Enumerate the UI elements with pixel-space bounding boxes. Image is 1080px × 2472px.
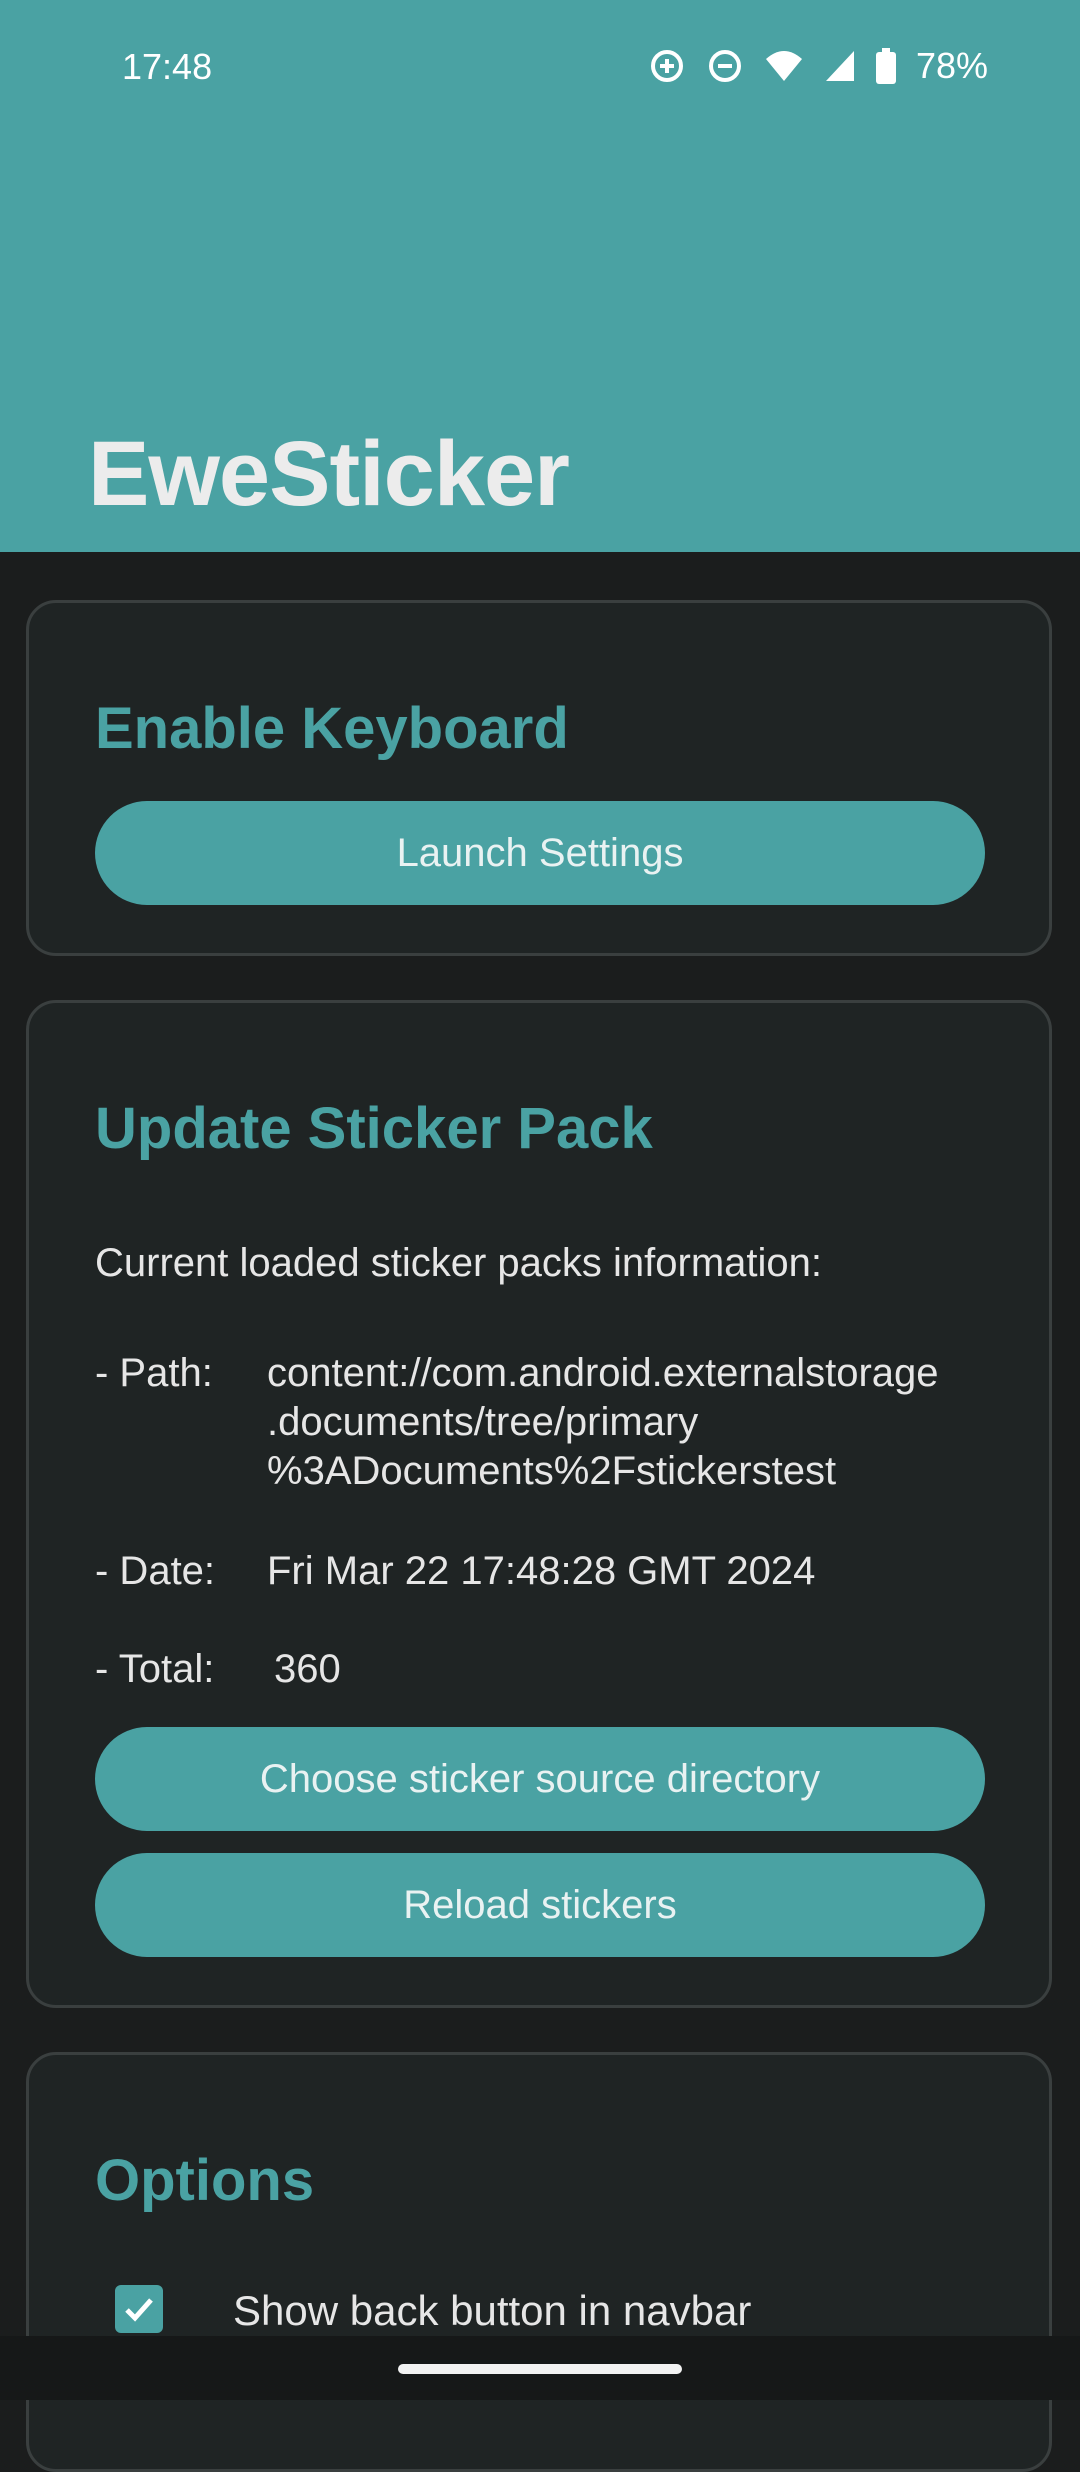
enable-keyboard-card: Enable Keyboard Launch Settings bbox=[26, 600, 1052, 956]
wifi-icon bbox=[764, 49, 804, 83]
total-label: - Total: bbox=[95, 1647, 215, 1691]
check-icon bbox=[125, 2298, 153, 2322]
choose-sticker-source-button[interactable]: Choose sticker source directory bbox=[95, 1727, 985, 1831]
path-label: - Path: bbox=[95, 1351, 213, 1395]
show-back-button-checkbox[interactable] bbox=[115, 2285, 163, 2333]
battery-level: 78% bbox=[915, 45, 988, 86]
path-value: content://com.android.externalstorage .d… bbox=[267, 1349, 939, 1496]
info-heading: Current loaded sticker packs information… bbox=[95, 1241, 822, 1285]
total-value: 360 bbox=[274, 1647, 341, 1691]
options-card: Options Show back button in navbar bbox=[26, 2052, 1052, 2472]
path-line: content://com.android.externalstorage bbox=[267, 1351, 939, 1395]
update-sticker-pack-card: Update Sticker Pack Current loaded stick… bbox=[26, 1000, 1052, 2008]
options-title: Options bbox=[95, 2148, 315, 2213]
status-icons: 78% bbox=[648, 40, 988, 92]
status-time: 17:48 bbox=[122, 46, 213, 87]
reload-stickers-button[interactable]: Reload stickers bbox=[95, 1853, 985, 1957]
update-sticker-pack-title: Update Sticker Pack bbox=[95, 1096, 653, 1161]
path-line: .documents/tree/primary bbox=[267, 1400, 699, 1444]
app-bar: 17:48 78% EweSticker bbox=[0, 0, 1080, 552]
signal-icon bbox=[824, 49, 856, 83]
date-value: Fri Mar 22 17:48:28 GMT 2024 bbox=[267, 1549, 816, 1593]
launch-settings-button[interactable]: Launch Settings bbox=[95, 801, 985, 905]
do-not-disturb-icon bbox=[706, 47, 744, 85]
battery-icon bbox=[875, 48, 896, 84]
home-gesture-handle[interactable] bbox=[398, 2364, 682, 2374]
data-saver-icon bbox=[648, 47, 686, 85]
path-line: %3ADocuments%2Fstickerstest bbox=[267, 1449, 837, 1493]
enable-keyboard-title: Enable Keyboard bbox=[95, 696, 569, 761]
show-back-button-label[interactable]: Show back button in navbar bbox=[233, 2287, 751, 2335]
app-title: EweSticker bbox=[88, 423, 570, 525]
date-label: - Date: bbox=[95, 1549, 216, 1593]
